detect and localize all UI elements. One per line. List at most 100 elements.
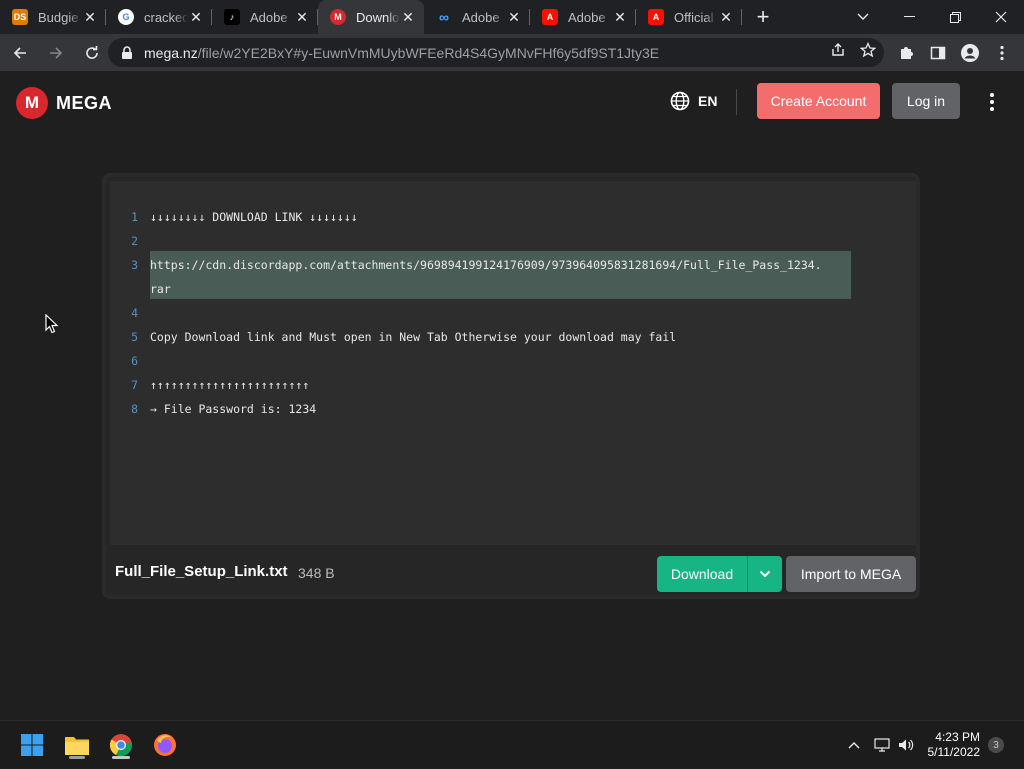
side-panel-icon[interactable] (922, 37, 954, 69)
taskbar-clock[interactable]: 4:23 PM 5/11/2022 (928, 730, 981, 760)
tab-4[interactable]: ∞ Adobe ✕ (424, 0, 530, 34)
close-icon[interactable]: ✕ (294, 9, 310, 25)
new-tab-plus-icon[interactable]: + (746, 0, 780, 34)
windows-taskbar: 4:23 PM 5/11/2022 3 (0, 720, 1024, 768)
restore-icon[interactable] (932, 0, 978, 34)
tab-0[interactable]: DS Budgie ✕ (0, 0, 106, 34)
mega-favicon-icon: M (330, 9, 346, 25)
line-number: 8 (110, 397, 138, 421)
window-controls (840, 0, 1024, 34)
google-favicon-icon: G (118, 9, 134, 25)
text-file-viewer: 1 ↓↓↓↓↓↓↓↓ DOWNLOAD LINK ↓↓↓↓↓↓↓ 2 3 htt… (110, 181, 916, 545)
address-bar[interactable]: mega.nz/file/w2YE2BxY#y-EuwnVmMUybWFEeRd… (108, 38, 884, 67)
tab-title: cracked (144, 10, 188, 25)
language-selector[interactable]: EN (670, 91, 717, 111)
firefox-icon[interactable] (149, 729, 181, 761)
line-number: 2 (110, 229, 138, 253)
reload-icon[interactable] (76, 37, 108, 69)
chevron-up-icon[interactable] (842, 733, 866, 757)
adobe-favicon-icon: A (542, 9, 558, 25)
line-text: Copy Download link and Must open in New … (150, 325, 676, 349)
tab-search-chevron-icon[interactable] (840, 0, 886, 34)
file-info-bar: Full_File_Setup_Link.txt 348 B Download … (110, 549, 916, 595)
tab-6[interactable]: A Official ✕ (636, 0, 742, 34)
close-icon[interactable]: ✕ (506, 9, 522, 25)
tab-title: Adobe (462, 10, 506, 25)
volume-icon[interactable] (894, 733, 918, 757)
import-to-mega-button[interactable]: Import to MEGA (786, 556, 916, 592)
clock-time: 4:23 PM (928, 730, 981, 745)
mega-logo-icon: M (16, 87, 48, 119)
download-url-text[interactable]: https://cdn.discordapp.com/attachments/9… (150, 253, 822, 277)
tab-2[interactable]: ♪ Adobe ✕ (212, 0, 318, 34)
file-name: Full_File_Setup_Link.txt (115, 563, 288, 580)
line-text: → File Password is: 1234 (150, 397, 316, 421)
code-line: 4 (110, 301, 916, 325)
code-line: 7 ↑↑↑↑↑↑↑↑↑↑↑↑↑↑↑↑↑↑↑↑↑↑↑ (110, 373, 916, 397)
tab-title: Budgie (38, 10, 82, 25)
line-number: 5 (110, 325, 138, 349)
minimize-icon[interactable] (886, 0, 932, 34)
browser-toolbar: mega.nz/file/w2YE2BxY#y-EuwnVmMUybWFEeRd… (0, 34, 1024, 71)
tiktok-favicon-icon: ♪ (224, 9, 240, 25)
lock-icon[interactable] (120, 45, 134, 61)
download-button[interactable]: Download (657, 556, 782, 592)
line-number: 1 (110, 205, 138, 229)
mouse-pointer-icon (45, 314, 59, 334)
close-icon[interactable]: ✕ (718, 9, 734, 25)
tab-title: Adobe (568, 10, 612, 25)
browser-tab-strip: DS Budgie ✕ G cracked ✕ ♪ Adobe ✕ M Down… (0, 0, 1024, 34)
code-line: 3 https://cdn.discordapp.com/attachments… (110, 253, 916, 277)
budgie-favicon-icon: DS (12, 9, 28, 25)
forward-arrow-icon[interactable] (40, 37, 72, 69)
back-arrow-icon[interactable] (4, 37, 36, 69)
close-icon[interactable]: ✕ (188, 9, 204, 25)
file-size: 348 B (298, 565, 335, 581)
line-number: 6 (110, 349, 138, 373)
chrome-icon[interactable] (105, 729, 137, 761)
download-button-label: Download (657, 566, 747, 582)
mega-logo[interactable]: M MEGA (16, 87, 112, 119)
share-icon[interactable] (830, 42, 846, 63)
create-account-button[interactable]: Create Account (757, 83, 880, 119)
profile-avatar-icon[interactable] (954, 37, 986, 69)
globe-icon (670, 91, 690, 111)
bookmark-star-icon[interactable] (860, 42, 876, 63)
windows-start-icon[interactable] (16, 729, 48, 761)
creative-cloud-favicon-icon: ∞ (436, 9, 452, 25)
extensions-puzzle-icon[interactable] (890, 37, 922, 69)
more-options-icon[interactable] (982, 89, 1002, 115)
code-line: 5 Copy Download link and Must open in Ne… (110, 325, 916, 349)
code-line: 2 (110, 229, 916, 253)
adobe-favicon-icon: A (648, 9, 664, 25)
mega-header: M MEGA EN Create Account Log in (0, 71, 1024, 135)
code-line: 6 (110, 349, 916, 373)
tab-title: Adobe (250, 10, 294, 25)
close-icon[interactable]: ✕ (82, 9, 98, 25)
network-icon[interactable] (870, 733, 894, 757)
file-explorer-icon[interactable] (61, 729, 93, 761)
tab-3-active[interactable]: M Downlo ✕ (318, 0, 424, 34)
tab-1[interactable]: G cracked ✕ (106, 0, 212, 34)
tab-title: Downlo (356, 10, 400, 25)
language-label: EN (698, 93, 717, 109)
code-line: 1 ↓↓↓↓↓↓↓↓ DOWNLOAD LINK ↓↓↓↓↓↓↓ (110, 205, 916, 229)
tab-5[interactable]: A Adobe ✕ (530, 0, 636, 34)
login-button[interactable]: Log in (892, 83, 960, 119)
close-icon[interactable]: ✕ (612, 9, 628, 25)
file-preview-card: 1 ↓↓↓↓↓↓↓↓ DOWNLOAD LINK ↓↓↓↓↓↓↓ 2 3 htt… (102, 173, 920, 599)
browser-menu-icon[interactable] (986, 37, 1018, 69)
code-line: 8 → File Password is: 1234 (110, 397, 916, 421)
line-text: ↑↑↑↑↑↑↑↑↑↑↑↑↑↑↑↑↑↑↑↑↑↑↑ (150, 373, 309, 397)
chevron-down-icon[interactable] (748, 570, 782, 578)
code-line: rar (110, 277, 916, 301)
clock-date: 5/11/2022 (928, 745, 981, 760)
download-url-text-continued[interactable]: rar (150, 277, 171, 301)
close-window-icon[interactable] (978, 0, 1024, 34)
line-number: 3 (110, 253, 138, 277)
mega-logo-text: MEGA (56, 93, 112, 114)
system-tray: 4:23 PM 5/11/2022 3 (842, 721, 1024, 769)
notification-badge[interactable]: 3 (988, 737, 1004, 753)
close-icon[interactable]: ✕ (400, 9, 416, 25)
tab-title: Official (674, 10, 718, 25)
